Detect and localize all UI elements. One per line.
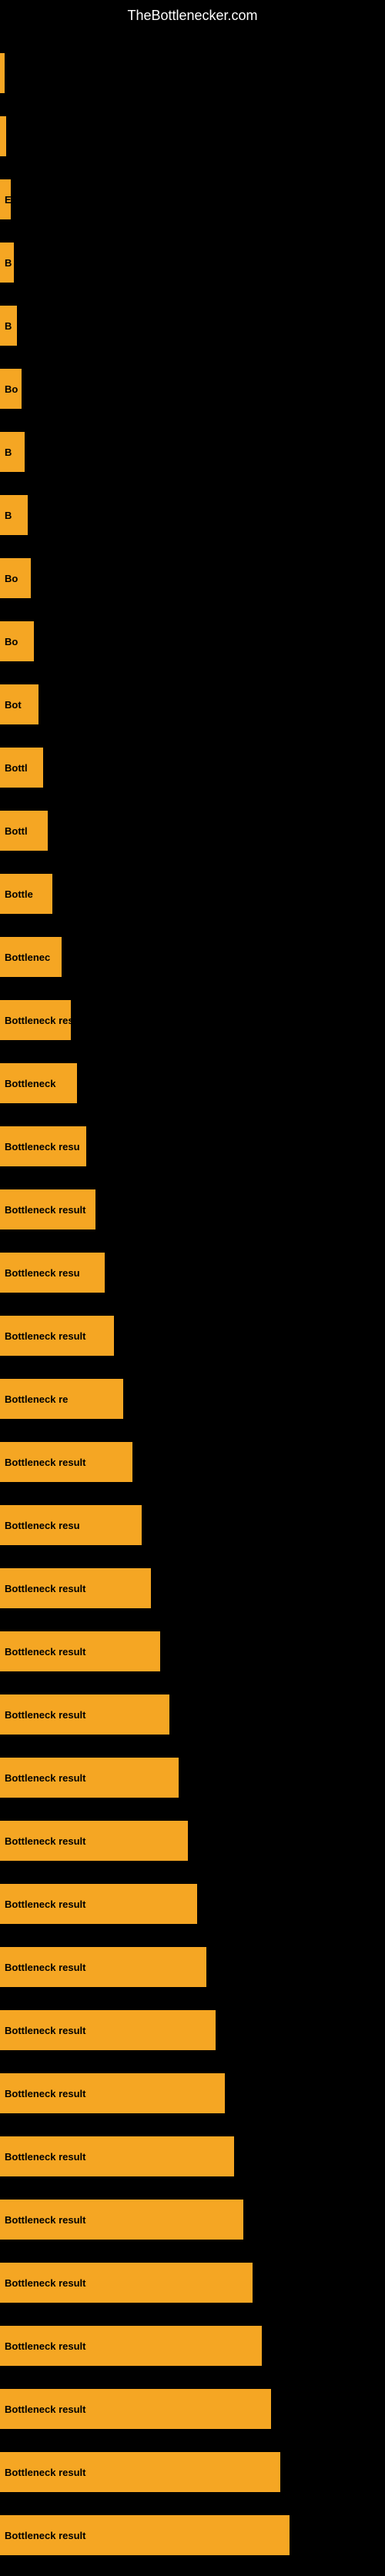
result-bar[interactable]: B [0, 495, 28, 535]
result-bar[interactable]: Bottl [0, 748, 43, 788]
bar-row: Bottleneck result [0, 1306, 385, 1366]
result-bar[interactable]: Bottleneck resu [0, 1253, 105, 1293]
bar-row: Bottleneck result [0, 2126, 385, 2186]
bar-row: B [0, 233, 385, 293]
result-bar[interactable]: Bottleneck result [0, 1947, 206, 1987]
result-bar[interactable]: Bottleneck [0, 1063, 77, 1103]
result-bar[interactable]: Bottleneck result [0, 2010, 216, 2050]
result-bar[interactable]: Bottleneck result [0, 1758, 179, 1798]
bar-row [0, 43, 385, 103]
result-bar[interactable]: Bottleneck result [0, 2073, 225, 2113]
result-bar[interactable]: Bottleneck re [0, 1379, 123, 1419]
result-bar[interactable]: Bottleneck result [0, 2452, 280, 2492]
result-bar[interactable]: Bo [0, 621, 34, 661]
bar-row: Bottleneck result [0, 1811, 385, 1871]
result-bar[interactable]: B [0, 243, 14, 283]
bar-row: E [0, 169, 385, 229]
result-bar[interactable]: Bottleneck resu [0, 1126, 86, 1166]
bar-row: Bottleneck result [0, 2442, 385, 2502]
result-bar[interactable]: Bottleneck result [0, 1316, 114, 1356]
result-bar[interactable] [0, 116, 6, 156]
result-bar[interactable]: Bottleneck result [0, 1568, 151, 1608]
result-bar[interactable]: Bottl [0, 811, 48, 851]
bar-row: Bottleneck result [0, 1432, 385, 1492]
bar-row: Bottl [0, 801, 385, 861]
result-bar[interactable]: Bo [0, 369, 22, 409]
bar-row: B [0, 485, 385, 545]
result-bar[interactable] [0, 53, 5, 93]
result-bar[interactable]: Bottleneck result [0, 2389, 271, 2429]
bar-row: Bottle [0, 864, 385, 924]
result-bar[interactable]: Bottleneck result [0, 1189, 95, 1229]
bar-row: Bottleneck result [0, 1748, 385, 1808]
bar-row: Bottleneck result [0, 2000, 385, 2060]
result-bar[interactable]: Bottleneck result [0, 2515, 290, 2555]
bars-container: EBBBoBBBoBoBotBottlBottlBottleBottlenecB… [0, 35, 385, 2576]
result-bar[interactable]: Bottleneck result [0, 1821, 188, 1861]
bar-row: Bottleneck result [0, 1937, 385, 1997]
bar-row: B [0, 422, 385, 482]
bar-row: Bo [0, 359, 385, 419]
bar-row: Bottleneck resu [0, 1243, 385, 1303]
bar-row: Bottleneck result [0, 2190, 385, 2250]
result-bar[interactable]: Bottleneck res [0, 1000, 71, 1040]
result-bar[interactable]: Bo [0, 558, 31, 598]
result-bar[interactable]: E [0, 179, 11, 219]
result-bar[interactable]: Bottleneck result [0, 1694, 169, 1735]
site-title-container: TheBottlenecker.com [0, 0, 385, 35]
bar-row: Bottl [0, 738, 385, 798]
bar-row: Bottleneck result [0, 2316, 385, 2376]
bar-row [0, 106, 385, 166]
result-bar[interactable]: Bottleneck result [0, 1442, 132, 1482]
bar-row: Bottleneck result [0, 2505, 385, 2565]
result-bar[interactable]: Bottleneck result [0, 1631, 160, 1671]
result-bar[interactable]: B [0, 306, 17, 346]
bar-row: Bottleneck result [0, 1684, 385, 1745]
bar-row: Bottleneck result [0, 2379, 385, 2439]
result-bar[interactable]: Bot [0, 684, 38, 724]
bar-row: Bottlenec [0, 927, 385, 987]
result-bar[interactable]: Bottleneck result [0, 2263, 253, 2303]
bar-row: Bo [0, 548, 385, 608]
site-title: TheBottlenecker.com [0, 0, 385, 35]
bar-row: Bottleneck result [0, 2253, 385, 2313]
result-bar[interactable]: Bottleneck result [0, 2136, 234, 2176]
result-bar[interactable]: Bottleneck resu [0, 1505, 142, 1545]
bar-row: Bottleneck res [0, 990, 385, 1050]
result-bar[interactable]: B [0, 432, 25, 472]
bar-row: Bottleneck result [0, 1621, 385, 1681]
bar-row: Bottleneck [0, 1053, 385, 1113]
result-bar[interactable]: Bottle [0, 874, 52, 914]
bar-row: Bottleneck re [0, 1369, 385, 1429]
bar-row: Bottleneck result [0, 1558, 385, 1618]
bar-row: Bot [0, 674, 385, 734]
result-bar[interactable]: Bottleneck result [0, 2200, 243, 2240]
bar-row: Bottleneck resu [0, 1116, 385, 1176]
result-bar[interactable]: Bottlenec [0, 937, 62, 977]
bar-row: Bottleneck result [0, 2063, 385, 2123]
result-bar[interactable]: Bottleneck result [0, 2326, 262, 2366]
bar-row: Bottleneck result [0, 1179, 385, 1239]
bar-row: Bottleneck result [0, 1874, 385, 1934]
bar-row: Bottleneck resu [0, 1495, 385, 1555]
result-bar[interactable]: Bottleneck result [0, 1884, 197, 1924]
bar-row: Bo [0, 611, 385, 671]
bar-row: B [0, 296, 385, 356]
